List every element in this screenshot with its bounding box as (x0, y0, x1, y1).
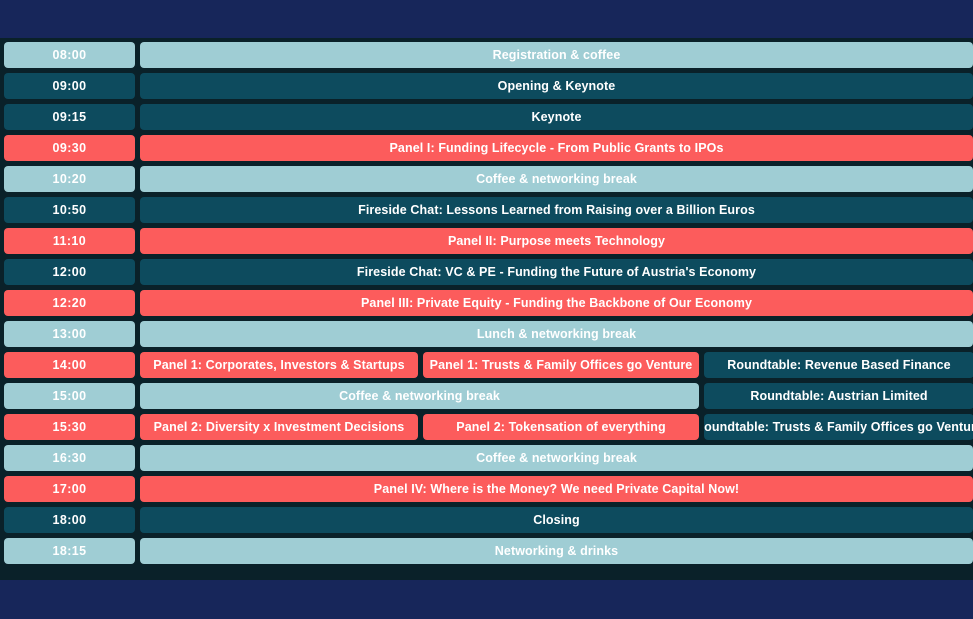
schedule-row-events: Keynote (140, 104, 973, 130)
schedule-row-events: Coffee & networking break Roundtable: Aus… (140, 383, 973, 409)
event-card[interactable]: Coffee & networking break (140, 445, 973, 471)
schedule-row: 11:10 Panel II: Purpose meets Technology (0, 228, 973, 254)
event-card[interactable]: Coffee & networking break (140, 383, 699, 409)
schedule-row-events: Opening & Keynote (140, 73, 973, 99)
time-slot-label[interactable]: 15:00 (4, 383, 135, 409)
schedule-row: 09:00 Opening & Keynote (0, 73, 973, 99)
event-card[interactable]: Networking & drinks (140, 538, 973, 564)
schedule-row: 12:00 Fireside Chat: VC & PE - Funding th… (0, 259, 973, 285)
event-card[interactable]: Panel II: Purpose meets Technology (140, 228, 973, 254)
time-slot-label[interactable]: 12:00 (4, 259, 135, 285)
event-card[interactable]: Coffee & networking break (140, 166, 973, 192)
event-card[interactable]: Closing (140, 507, 973, 533)
schedule-row: 09:15 Keynote (0, 104, 973, 130)
event-card[interactable]: Fireside Chat: Lessons Learned from Rais… (140, 197, 973, 223)
schedule-row: 10:50 Fireside Chat: Lessons Learned from… (0, 197, 973, 223)
time-slot-label[interactable]: 11:10 (4, 228, 135, 254)
event-card[interactable]: Panel 2: Diversity x Investment Decision… (140, 414, 418, 440)
time-slot-label[interactable]: 17:00 (4, 476, 135, 502)
schedule-row: 12:20 Panel III: Private Equity - Funding… (0, 290, 973, 316)
schedule-row: 08:00 Registration & coffee (0, 42, 973, 68)
time-slot-label[interactable]: 09:15 (4, 104, 135, 130)
event-card[interactable]: Registration & coffee (140, 42, 973, 68)
time-slot-label[interactable]: 10:20 (4, 166, 135, 192)
schedule-row-events: Fireside Chat: VC & PE - Funding the Fut… (140, 259, 973, 285)
event-card[interactable]: Roundtable: Trusts & Family Offices go V… (704, 414, 973, 440)
schedule-row: 15:30 Panel 2: Diversity x Investment Dec… (0, 414, 973, 440)
schedule-row: 18:00 Closing (0, 507, 973, 533)
schedule-row-events: Fireside Chat: Lessons Learned from Rais… (140, 197, 973, 223)
event-card[interactable]: Panel I: Funding Lifecycle - From Public… (140, 135, 973, 161)
event-card[interactable]: Roundtable: Revenue Based Finance (704, 352, 973, 378)
time-slot-label[interactable]: 13:00 (4, 321, 135, 347)
schedule-row: 17:00 Panel IV: Where is the Money? We ne… (0, 476, 973, 502)
schedule-row-events: Panel II: Purpose meets Technology (140, 228, 973, 254)
time-slot-label[interactable]: 08:00 (4, 42, 135, 68)
schedule-row-events: Coffee & networking break (140, 166, 973, 192)
schedule-row-events: Panel III: Private Equity - Funding the … (140, 290, 973, 316)
schedule-row-events: Closing (140, 507, 973, 533)
time-slot-label[interactable]: 18:00 (4, 507, 135, 533)
event-card[interactable]: Panel III: Private Equity - Funding the … (140, 290, 973, 316)
time-slot-label[interactable]: 09:00 (4, 73, 135, 99)
schedule-row: 09:30 Panel I: Funding Lifecycle - From P… (0, 135, 973, 161)
time-slot-label[interactable]: 10:50 (4, 197, 135, 223)
time-slot-label[interactable]: 18:15 (4, 538, 135, 564)
event-card[interactable]: Lunch & networking break (140, 321, 973, 347)
time-slot-label[interactable]: 14:00 (4, 352, 135, 378)
event-card[interactable]: Keynote (140, 104, 973, 130)
time-slot-label[interactable]: 16:30 (4, 445, 135, 471)
event-card[interactable]: Panel 1: Trusts & Family Offices go Vent… (423, 352, 699, 378)
schedule-row: 13:00 Lunch & networking break (0, 321, 973, 347)
schedule-row-events: Panel IV: Where is the Money? We need Pr… (140, 476, 973, 502)
schedule-row-events: Registration & coffee (140, 42, 973, 68)
event-card[interactable]: Panel 2: Tokensation of everything (423, 414, 699, 440)
schedule-row-events: Coffee & networking break (140, 445, 973, 471)
event-card[interactable]: Roundtable: Austrian Limited (704, 383, 973, 409)
event-card[interactable]: Panel IV: Where is the Money? We need Pr… (140, 476, 973, 502)
event-card[interactable]: Fireside Chat: VC & PE - Funding the Fut… (140, 259, 973, 285)
schedule-row: 18:15 Networking & drinks (0, 538, 973, 564)
schedule-row-events: Panel 2: Diversity x Investment Decision… (140, 414, 973, 440)
time-slot-label[interactable]: 15:30 (4, 414, 135, 440)
event-card[interactable]: Opening & Keynote (140, 73, 973, 99)
schedule-row-events: Panel 1: Corporates, Investors & Startup… (140, 352, 973, 378)
schedule-row: 15:00 Coffee & networking break Roundtable… (0, 383, 973, 409)
schedule-row-events: Networking & drinks (140, 538, 973, 564)
schedule-row: 10:20 Coffee & networking break (0, 166, 973, 192)
event-card[interactable]: Panel 1: Corporates, Investors & Startup… (140, 352, 418, 378)
schedule-row: 16:30 Coffee & networking break (0, 445, 973, 471)
time-slot-label[interactable]: 09:30 (4, 135, 135, 161)
schedule-row: 14:00 Panel 1: Corporates, Investors & St… (0, 352, 973, 378)
schedule-row-events: Panel I: Funding Lifecycle - From Public… (140, 135, 973, 161)
schedule-timetable: 08:00 Registration & coffee 09:00 Opening &… (0, 38, 973, 580)
time-slot-label[interactable]: 12:20 (4, 290, 135, 316)
schedule-row-events: Lunch & networking break (140, 321, 973, 347)
